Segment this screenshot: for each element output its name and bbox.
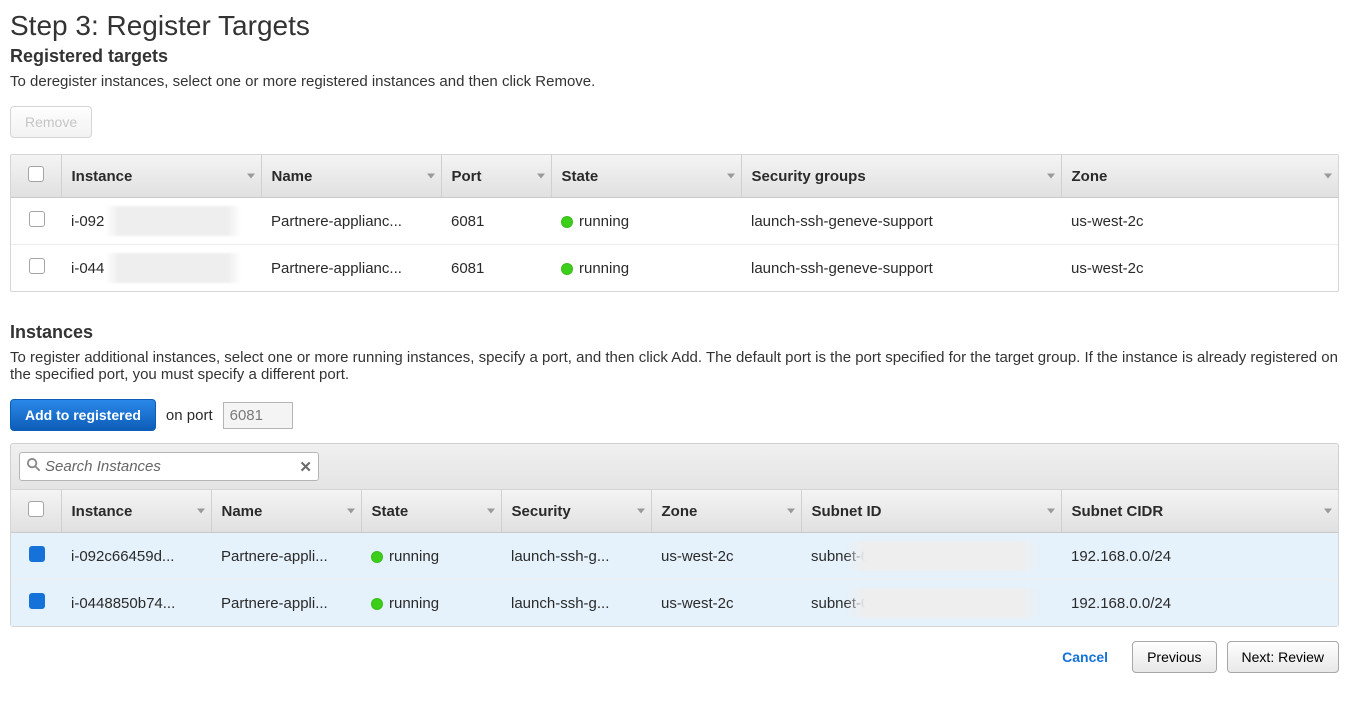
- running-icon: [561, 216, 573, 228]
- search-input[interactable]: [45, 455, 299, 478]
- cell-zone: us-west-2c: [651, 580, 801, 627]
- instances-description: To register additional instances, select…: [10, 349, 1339, 383]
- running-icon: [371, 598, 383, 610]
- row-checkbox[interactable]: [29, 546, 45, 562]
- col-subnet-cidr[interactable]: Subnet CIDR: [1061, 490, 1338, 533]
- sort-icon: [487, 509, 495, 514]
- col-instance[interactable]: Instance: [61, 490, 211, 533]
- search-icon: [26, 457, 41, 476]
- col-subnet-id[interactable]: Subnet ID: [801, 490, 1061, 533]
- page-title: Step 3: Register Targets: [10, 10, 1339, 42]
- col-state[interactable]: State: [551, 155, 741, 198]
- cell-state: running: [551, 198, 741, 245]
- sort-icon: [637, 509, 645, 514]
- cell-security: launch-ssh-g...: [501, 533, 651, 580]
- row-checkbox[interactable]: [29, 593, 45, 609]
- cell-instance: i-044xxxxxxxxxxada: [61, 245, 261, 292]
- sort-icon: [787, 509, 795, 514]
- cell-subnet-cidr: 192.168.0.0/24: [1061, 580, 1338, 627]
- col-name[interactable]: Name: [261, 155, 441, 198]
- cell-port: 6081: [441, 245, 551, 292]
- cell-state: running: [361, 533, 501, 580]
- registered-targets-table: Instance Name Port State Security groups…: [11, 155, 1338, 291]
- select-all-header[interactable]: [11, 155, 61, 198]
- cell-instance: i-092c66459d...: [61, 533, 211, 580]
- sort-icon: [1047, 174, 1055, 179]
- on-port-label: on port: [166, 407, 213, 424]
- col-security[interactable]: Security groups: [741, 155, 1061, 198]
- instances-table: Instance Name State Security Zone Subnet…: [11, 490, 1338, 626]
- table-row[interactable]: i-044xxxxxxxxxxadaPartnere-applianc...60…: [11, 245, 1338, 292]
- row-checkbox[interactable]: [29, 258, 45, 274]
- table-row[interactable]: i-0448850b74...Partnere-appli...runningl…: [11, 580, 1338, 627]
- registered-targets-heading: Registered targets: [10, 46, 1339, 67]
- sort-icon: [197, 509, 205, 514]
- cell-subnet-cidr: 192.168.0.0/24: [1061, 533, 1338, 580]
- table-row[interactable]: i-092c66459d...Partnere-appli...runningl…: [11, 533, 1338, 580]
- cell-zone: us-west-2c: [1061, 198, 1338, 245]
- col-security[interactable]: Security: [501, 490, 651, 533]
- registered-targets-description: To deregister instances, select one or m…: [10, 73, 1339, 90]
- select-all-checkbox[interactable]: [28, 166, 44, 182]
- col-instance[interactable]: Instance: [61, 155, 261, 198]
- table-row[interactable]: i-092xxxxxxxxxx9c5Partnere-applianc...60…: [11, 198, 1338, 245]
- cell-name: Partnere-appli...: [211, 580, 361, 627]
- cell-security: launch-ssh-geneve-support: [741, 245, 1061, 292]
- col-port[interactable]: Port: [441, 155, 551, 198]
- cell-zone: us-west-2c: [1061, 245, 1338, 292]
- running-icon: [371, 551, 383, 563]
- cell-name: Partnere-applianc...: [261, 198, 441, 245]
- next-review-button[interactable]: Next: Review: [1227, 641, 1339, 673]
- sort-icon: [247, 174, 255, 179]
- col-zone[interactable]: Zone: [1061, 155, 1338, 198]
- cancel-button[interactable]: Cancel: [1048, 641, 1122, 673]
- cell-state: running: [361, 580, 501, 627]
- add-to-registered-button[interactable]: Add to registered: [10, 399, 156, 431]
- sort-icon: [1324, 174, 1332, 179]
- cell-instance: i-0448850b74...: [61, 580, 211, 627]
- sort-icon: [1324, 509, 1332, 514]
- sort-icon: [537, 174, 545, 179]
- cell-state: running: [551, 245, 741, 292]
- col-name[interactable]: Name: [211, 490, 361, 533]
- instances-heading: Instances: [10, 322, 1339, 343]
- sort-icon: [427, 174, 435, 179]
- sort-icon: [347, 509, 355, 514]
- cell-subnet-id: subnet-0e17xxxxxxxxxx9e: [801, 580, 1061, 627]
- running-icon: [561, 263, 573, 275]
- remove-button[interactable]: Remove: [10, 106, 92, 138]
- row-checkbox[interactable]: [29, 211, 45, 227]
- sort-icon: [1047, 509, 1055, 514]
- cell-security: launch-ssh-g...: [501, 580, 651, 627]
- cell-name: Partnere-applianc...: [261, 245, 441, 292]
- cell-zone: us-west-2c: [651, 533, 801, 580]
- cell-security: launch-ssh-geneve-support: [741, 198, 1061, 245]
- port-input[interactable]: [223, 402, 293, 429]
- cell-instance: i-092xxxxxxxxxx9c5: [61, 198, 261, 245]
- select-all-header[interactable]: [11, 490, 61, 533]
- sort-icon: [727, 174, 735, 179]
- previous-button[interactable]: Previous: [1132, 641, 1216, 673]
- col-zone[interactable]: Zone: [651, 490, 801, 533]
- cell-subnet-id: subnet-0e17xxxxxxxxxx9e: [801, 533, 1061, 580]
- select-all-checkbox[interactable]: [28, 501, 44, 517]
- col-state[interactable]: State: [361, 490, 501, 533]
- cell-name: Partnere-appli...: [211, 533, 361, 580]
- clear-search-icon[interactable]: ✕: [299, 458, 312, 476]
- cell-port: 6081: [441, 198, 551, 245]
